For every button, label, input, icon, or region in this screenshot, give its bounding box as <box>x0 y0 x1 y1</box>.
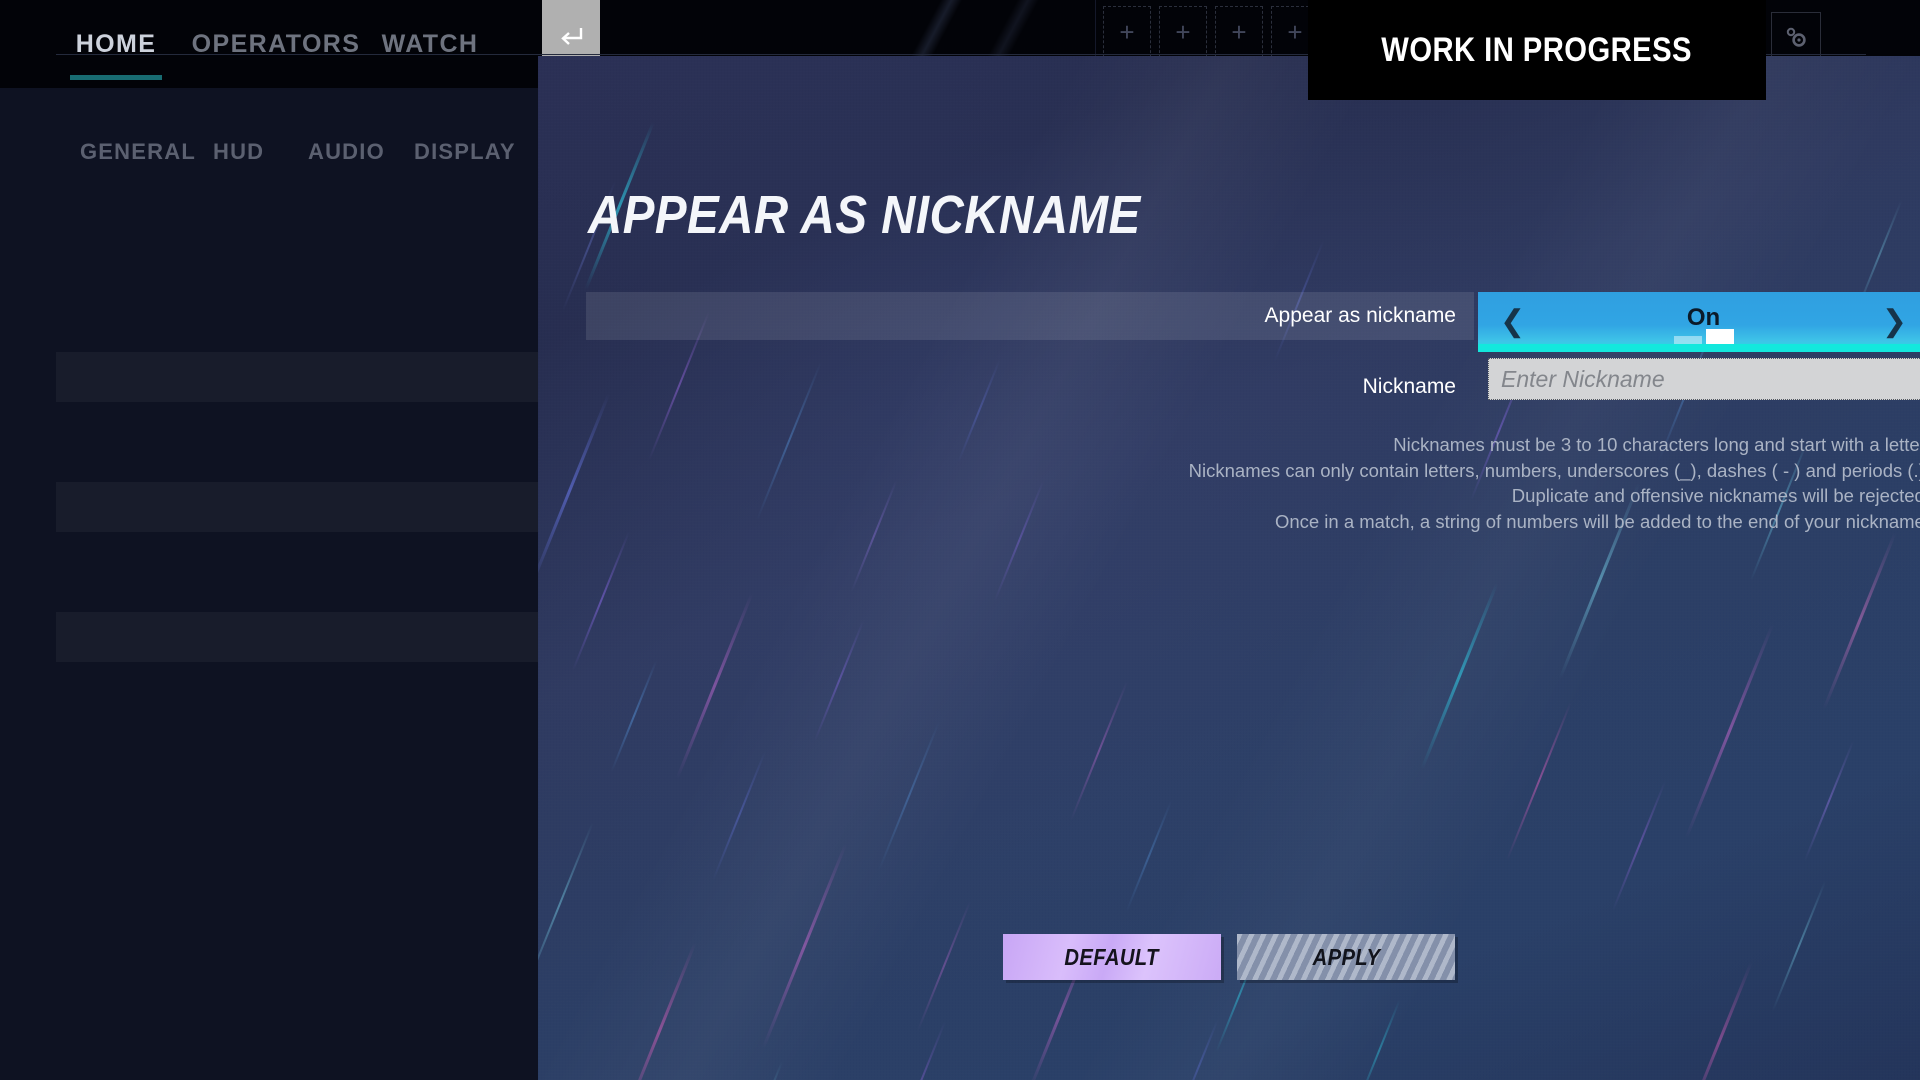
help-line: Duplicate and offensive nicknames will b… <box>1511 485 1920 506</box>
light-streak <box>1611 780 1667 912</box>
nickname-input[interactable]: Enter Nickname <box>1488 358 1920 400</box>
light-streak <box>538 393 611 589</box>
appear-as-nickname-toggle[interactable]: ❮ On ❯ <box>1478 292 1920 352</box>
toggle-position-indicator <box>1673 329 1734 344</box>
nav-item-watch[interactable]: WATCH <box>370 0 490 88</box>
settings-tab-general[interactable]: GENERAL <box>80 128 196 176</box>
light-streak <box>993 480 1045 602</box>
nickname-placeholder: Enter Nickname <box>1501 365 1665 392</box>
light-streak <box>1822 532 1897 710</box>
gear-icon <box>1786 27 1806 47</box>
light-streak <box>1179 1019 1219 1080</box>
appear-as-nickname-modal: APPEAR AS NICKNAME Appear as nickname ❮ … <box>538 56 1920 1080</box>
settings-tab-display[interactable]: DISPLAY <box>414 128 516 176</box>
appear-as-nickname-row[interactable]: Appear as nickname <box>586 292 1474 340</box>
toggle-value: On <box>1686 304 1721 331</box>
nav-item-operators[interactable]: OPERATORS <box>192 0 359 88</box>
light-streak <box>850 479 898 593</box>
settings-tab-audio[interactable]: AUDIO <box>308 128 385 176</box>
default-button[interactable]: DEFAULT <box>1003 934 1221 980</box>
loadout-slot-3[interactable]: + <box>1215 6 1263 58</box>
default-button-label: DEFAULT <box>1064 943 1160 970</box>
app-root: HOME OPERATORS WATCH + + + + GENERAL HUD AUDIO D… <box>0 0 1920 1080</box>
light-streak <box>1069 681 1129 821</box>
light-streak <box>1420 582 1499 770</box>
toggle-pip-off <box>1673 336 1702 344</box>
light-streak <box>1125 799 1173 913</box>
light-streak <box>1685 623 1774 839</box>
modal-action-bar: DEFAULT APPLY <box>538 934 1920 980</box>
apply-button-label: APPLY <box>1312 943 1380 970</box>
light-streak <box>610 659 658 773</box>
loadout-slot-2[interactable]: + <box>1159 6 1207 58</box>
back-arrow-icon <box>561 27 583 45</box>
toggle-pip-on <box>1705 329 1734 344</box>
light-streak <box>878 721 940 871</box>
nickname-help-text: Nicknames must be 3 to 10 characters lon… <box>1138 432 1920 534</box>
modal-title: APPEAR AS NICKNAME <box>588 185 1141 245</box>
nickname-row: Nickname <box>586 366 1474 408</box>
work-in-progress-label: WORK IN PROGRESS <box>1381 30 1693 69</box>
light-streak <box>1357 999 1401 1080</box>
apply-button[interactable]: APPLY <box>1237 934 1455 980</box>
help-line: Nicknames can only contain letters, numb… <box>1188 459 1920 481</box>
help-line: Once in a match, a string of numbers wil… <box>1274 510 1920 532</box>
light-streak <box>724 1061 784 1080</box>
work-in-progress-banner: WORK IN PROGRESS <box>1308 0 1766 100</box>
light-streak <box>711 750 767 882</box>
appear-as-nickname-label: Appear as nickname <box>1264 304 1456 327</box>
light-streak <box>675 592 754 780</box>
nickname-label: Nickname <box>1362 375 1456 398</box>
toggle-accent-underline <box>1478 344 1920 352</box>
settings-tab-hud[interactable]: HUD <box>213 128 264 176</box>
loadout-slot-1[interactable]: + <box>1103 6 1151 58</box>
loadout-slots: + + + + <box>1103 6 1319 58</box>
light-streak <box>1506 701 1572 861</box>
light-streak <box>891 1020 947 1080</box>
light-streak <box>813 620 865 742</box>
light-streak <box>1803 740 1855 862</box>
help-line: Nicknames must be 3 to 10 characters lon… <box>1393 434 1920 455</box>
light-streak <box>571 531 631 671</box>
nav-item-home[interactable]: HOME <box>56 0 176 88</box>
